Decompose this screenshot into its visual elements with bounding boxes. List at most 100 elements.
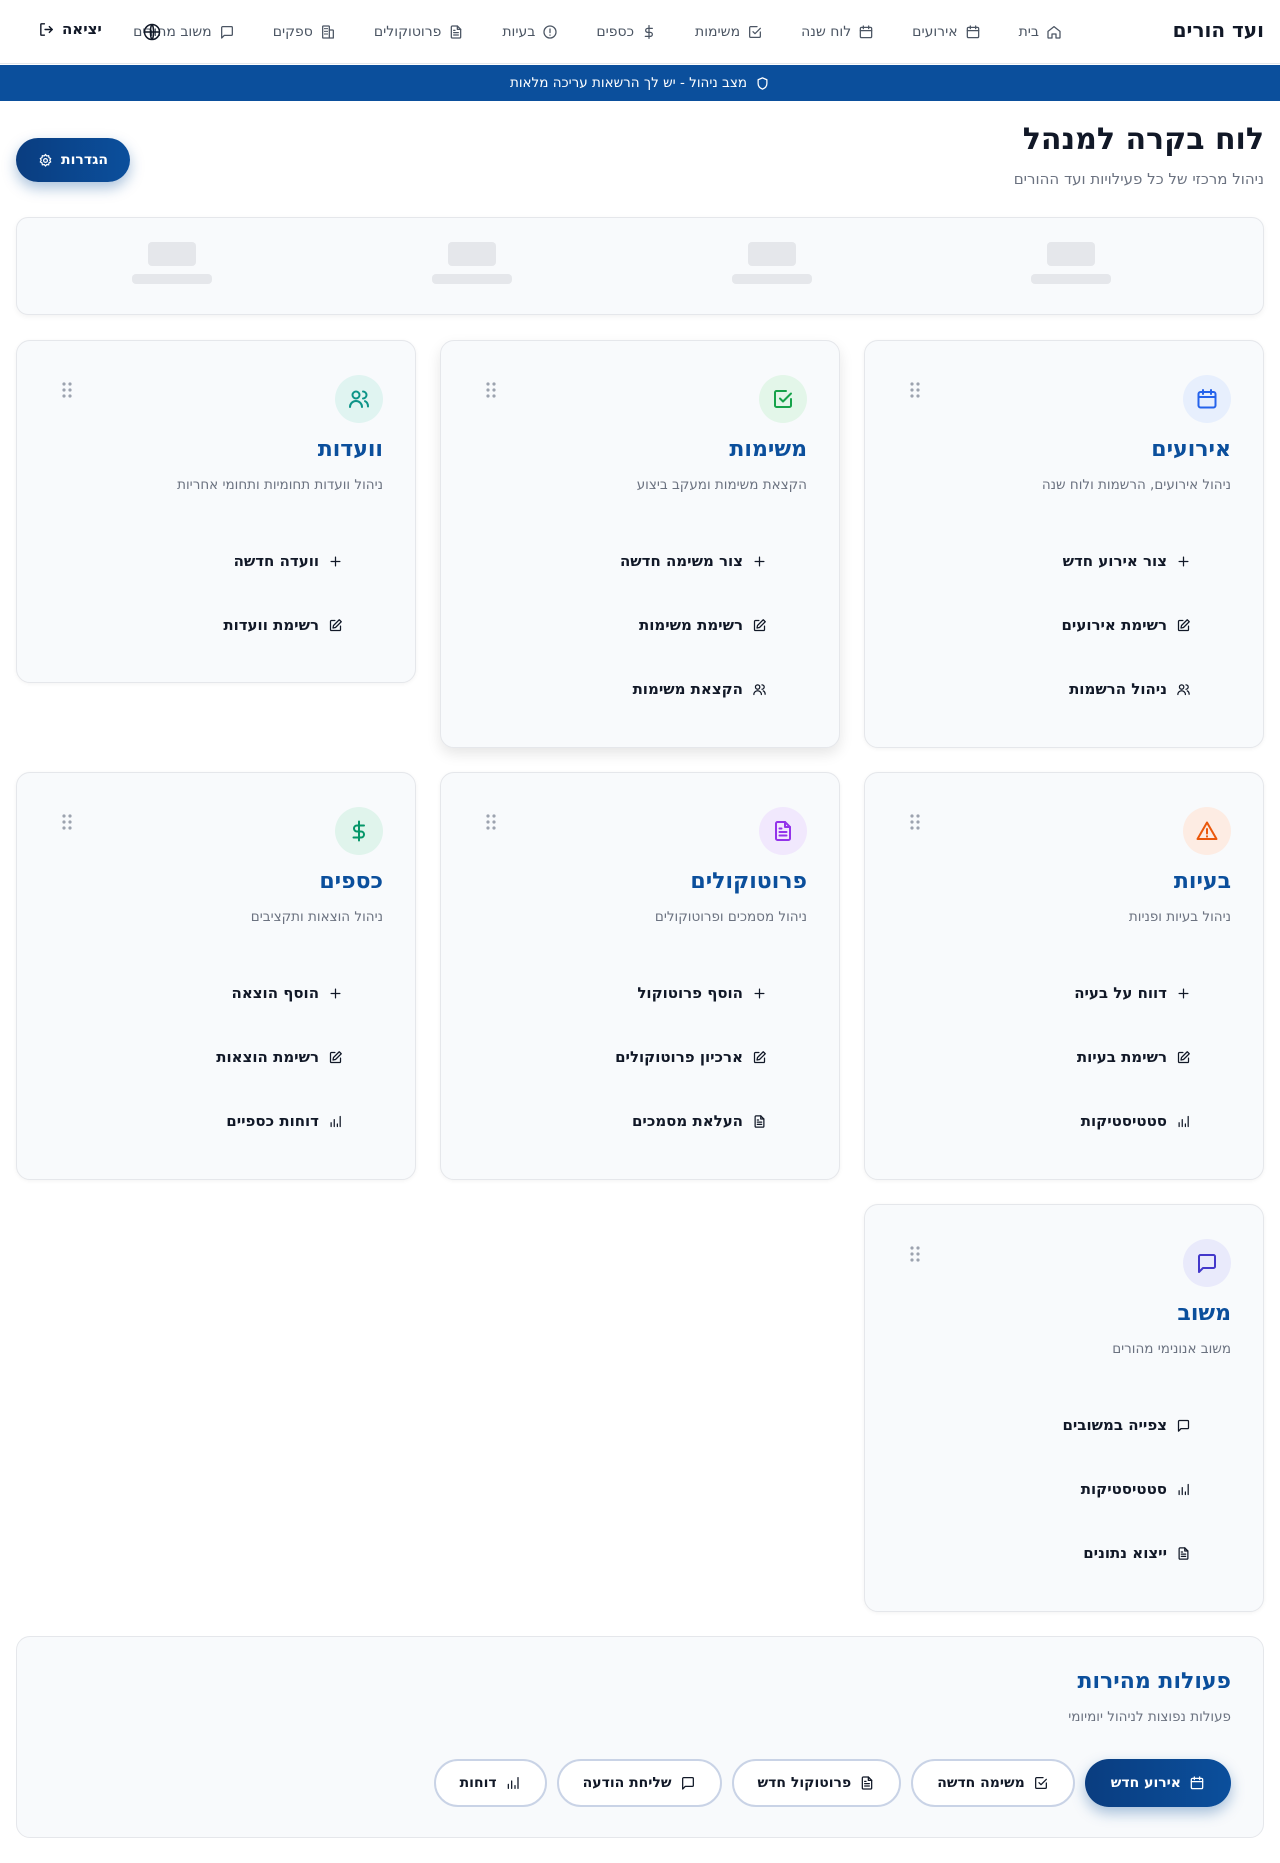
card-action-link[interactable]: צור משימה חדשה bbox=[620, 529, 767, 593]
card-description: ניהול מסמכים ופרוטוקולים bbox=[654, 909, 807, 925]
nav-item-events[interactable]: אירועים bbox=[912, 24, 980, 40]
nav-item-protocols[interactable]: פרוטוקולים bbox=[374, 24, 464, 40]
users-icon bbox=[335, 375, 383, 423]
card-action-link[interactable]: דוחות כספיים bbox=[216, 1089, 343, 1153]
quick-actions-desc: פעולות נפוצות לניהול יומיומי bbox=[1068, 1709, 1231, 1725]
home-icon bbox=[1046, 24, 1062, 40]
quick-new-task-button[interactable]: משימה חדשה bbox=[911, 1759, 1075, 1807]
drag-handle-icon[interactable] bbox=[61, 381, 73, 399]
nav-item-suppliers[interactable]: ספקים bbox=[273, 24, 336, 40]
card-title: כספים bbox=[319, 869, 383, 894]
card-action-label: וועדה חדשה bbox=[233, 552, 319, 570]
nav-item-home[interactable]: בית bbox=[1019, 24, 1062, 40]
document-icon bbox=[759, 807, 807, 855]
card-action-link[interactable]: הוסף הוצאה bbox=[216, 961, 343, 1025]
quick-send-message-button[interactable]: שליחת הודעה bbox=[556, 1759, 722, 1807]
card-actions: צור אירוע חדש רשימת אירועים ניהול הרשמות bbox=[1061, 529, 1191, 721]
card-action-link[interactable]: דווח על בעיה bbox=[1074, 961, 1191, 1025]
quick-button-label: אירוע חדש bbox=[1110, 1775, 1181, 1791]
message-icon bbox=[219, 24, 235, 40]
card-action-label: הוסף הוצאה bbox=[231, 984, 319, 1002]
card-title: וועדות bbox=[317, 437, 383, 462]
nav-item-tasks[interactable]: משימות bbox=[695, 24, 763, 40]
calendar-icon bbox=[1183, 375, 1231, 423]
nav-item-label: בעיות bbox=[502, 24, 536, 40]
edit-icon bbox=[328, 1050, 343, 1065]
card-action-link[interactable]: צור אירוע חדש bbox=[1061, 529, 1191, 593]
card-title: בעיות bbox=[1173, 869, 1231, 894]
card-action-label: העלאת מסמכים bbox=[631, 1112, 743, 1130]
card-tasks: משימות הקצאת משימות ומעקב ביצוע צור משימה … bbox=[440, 340, 840, 748]
card-description: הקצאת משימות ומעקב ביצוע bbox=[636, 477, 807, 493]
card-action-link[interactable]: רשימת אירועים bbox=[1061, 593, 1191, 657]
banner-text: מצב ניהול - יש לך הרשאות עריכה מלאות bbox=[509, 75, 748, 91]
card-action-link[interactable]: רשימת בעיות bbox=[1074, 1025, 1191, 1089]
card-action-link[interactable]: וועדה חדשה bbox=[223, 529, 343, 593]
card-action-label: רשימת אירועים bbox=[1061, 616, 1167, 634]
nav-menu: בית אירועים לוח שנה משימות כספים בעיות פ… bbox=[133, 0, 1062, 64]
card-action-link[interactable]: רשימת וועדות bbox=[223, 593, 343, 657]
stat-skeleton bbox=[732, 242, 812, 284]
card-action-link[interactable]: רשימת הוצאות bbox=[216, 1025, 343, 1089]
card-title: משוב bbox=[1177, 1301, 1231, 1326]
dollar-icon bbox=[641, 24, 657, 40]
card-action-link[interactable]: צפייה במשובים bbox=[1062, 1393, 1191, 1457]
quick-new-protocol-button[interactable]: פרוטוקול חדש bbox=[731, 1759, 902, 1807]
card-action-label: רשימת משימות bbox=[638, 616, 743, 634]
nav-item-issues[interactable]: בעיות bbox=[502, 24, 558, 40]
card-action-link[interactable]: ארכיון פרוטוקולים bbox=[615, 1025, 767, 1089]
quick-button-label: פרוטוקול חדש bbox=[757, 1775, 852, 1791]
quick-new-event-button[interactable]: אירוע חדש bbox=[1084, 1759, 1231, 1807]
logout-button[interactable]: יציאה bbox=[38, 20, 102, 38]
card-action-link[interactable]: ניהול הרשמות bbox=[1061, 657, 1191, 721]
stat-skeleton bbox=[132, 242, 212, 284]
document-icon bbox=[1176, 1546, 1191, 1561]
card-action-link[interactable]: הקצאת משימות bbox=[620, 657, 767, 721]
message-icon bbox=[1183, 1239, 1231, 1287]
message-icon bbox=[1176, 1418, 1191, 1433]
nav-item-calendar[interactable]: לוח שנה bbox=[801, 24, 874, 40]
card-action-link[interactable]: סטטיסטיקות bbox=[1074, 1089, 1191, 1153]
drag-handle-icon[interactable] bbox=[485, 381, 497, 399]
nav-item-finance[interactable]: כספים bbox=[596, 24, 657, 40]
card-description: משוב אנונימי מהורים bbox=[1112, 1341, 1231, 1357]
checkbox-icon bbox=[747, 24, 763, 40]
card-action-label: צפייה במשובים bbox=[1062, 1416, 1167, 1434]
card-action-link[interactable]: רשימת משימות bbox=[620, 593, 767, 657]
card-action-label: סטטיסטיקות bbox=[1080, 1480, 1167, 1498]
nav-item-label: משימות bbox=[695, 24, 741, 40]
card-action-link[interactable]: סטטיסטיקות bbox=[1062, 1457, 1191, 1521]
quick-actions-panel: פעולות מהירות פעולות נפוצות לניהול יומיו… bbox=[16, 1636, 1264, 1838]
card-title: אירועים bbox=[1151, 437, 1231, 462]
language-globe-icon[interactable] bbox=[142, 22, 162, 42]
drag-handle-icon[interactable] bbox=[909, 381, 921, 399]
card-action-link[interactable]: העלאת מסמכים bbox=[615, 1089, 767, 1153]
nav-item-label: כספים bbox=[596, 24, 635, 40]
drag-handle-icon[interactable] bbox=[909, 813, 921, 831]
edit-icon bbox=[752, 618, 767, 633]
nav-item-label: פרוטוקולים bbox=[373, 24, 442, 40]
quick-reports-button[interactable]: דוחות bbox=[433, 1759, 547, 1807]
card-actions: צפייה במשובים סטטיסטיקות ייצוא נתונים bbox=[1062, 1393, 1191, 1585]
brand-title[interactable]: ועד הורים bbox=[1173, 18, 1264, 42]
quick-actions-buttons: אירוע חדש משימה חדשה פרוטוקול חדש שליחת … bbox=[433, 1759, 1231, 1807]
card-action-link[interactable]: הוסף פרוטוקול bbox=[615, 961, 767, 1025]
card-actions: הוסף הוצאה רשימת הוצאות דוחות כספיים bbox=[216, 961, 343, 1153]
card-action-label: סטטיסטיקות bbox=[1080, 1112, 1167, 1130]
document-icon bbox=[448, 24, 464, 40]
card-actions: צור משימה חדשה רשימת משימות הקצאת משימות bbox=[620, 529, 767, 721]
edit-icon bbox=[752, 1050, 767, 1065]
plus-icon bbox=[752, 986, 767, 1001]
card-action-link[interactable]: ייצוא נתונים bbox=[1062, 1521, 1191, 1585]
card-feedback: משוב משוב אנונימי מהורים צפייה במשובים סטטי… bbox=[864, 1204, 1264, 1612]
calendar-icon bbox=[965, 24, 981, 40]
drag-handle-icon[interactable] bbox=[485, 813, 497, 831]
bar-chart-icon bbox=[1176, 1482, 1191, 1497]
drag-handle-icon[interactable] bbox=[909, 1245, 921, 1263]
card-action-label: דוחות כספיים bbox=[226, 1112, 319, 1130]
gear-icon bbox=[38, 153, 53, 168]
drag-handle-icon[interactable] bbox=[61, 813, 73, 831]
document-icon bbox=[752, 1114, 767, 1129]
settings-button[interactable]: הגדרות bbox=[16, 138, 130, 182]
edit-icon bbox=[1176, 618, 1191, 633]
